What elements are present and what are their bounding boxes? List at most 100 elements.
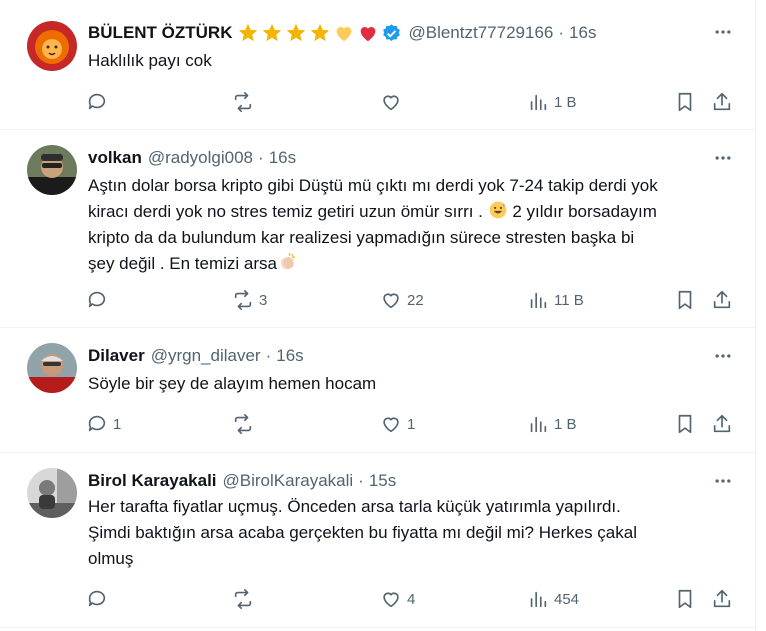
tweet-time[interactable]: 16s — [569, 23, 596, 43]
reply-button[interactable] — [86, 90, 113, 114]
like-button[interactable] — [380, 90, 407, 114]
like-button[interactable]: 22 — [380, 288, 424, 312]
bookmark-button[interactable] — [674, 587, 696, 611]
tweet-header: Dilaver @yrgn_dilaver · 16s — [88, 346, 304, 366]
like-button[interactable]: 1 — [380, 412, 415, 436]
more-options-button[interactable] — [711, 469, 735, 493]
star-emoji — [311, 23, 330, 42]
author-name[interactable]: Dilaver — [88, 346, 145, 366]
share-icon — [713, 92, 731, 111]
reply-feed: BÜLENT ÖZTÜRK @Blentzt77729166 · 16s Hak… — [0, 0, 756, 631]
bookmark-button[interactable] — [674, 90, 696, 114]
tweet-actions: 4 454 — [86, 587, 736, 611]
separator-dot: · — [358, 471, 364, 490]
retweet-button[interactable]: 3 — [232, 288, 267, 312]
reply-icon — [88, 590, 106, 607]
like-count: 22 — [407, 291, 424, 309]
avatar[interactable] — [27, 468, 77, 518]
reply-button[interactable] — [86, 288, 113, 312]
tweet-volkan[interactable]: volkan @radyolgi008 · 16s Aştın dolar bo… — [0, 130, 755, 328]
views-chart-icon — [530, 416, 547, 433]
tweet-birol[interactable]: Birol Karayakali @BirolKarayakali · 15s … — [0, 453, 755, 628]
author-handle[interactable]: @radyolgi008 — [148, 148, 253, 168]
like-count: 1 — [407, 415, 416, 433]
more-dots-icon — [715, 354, 731, 358]
yellow-heart-emoji — [337, 27, 352, 42]
avatar[interactable] — [27, 343, 77, 393]
views-button[interactable]: 1 B — [527, 90, 577, 114]
author-handle[interactable]: @Blentzt77729166 — [408, 23, 553, 43]
author-handle[interactable]: @BirolKarayakali — [223, 471, 354, 491]
author-handle[interactable]: @yrgn_dilaver — [151, 346, 261, 366]
share-icon — [713, 414, 731, 433]
like-button[interactable]: 4 — [380, 587, 415, 611]
reply-icon — [88, 291, 106, 308]
view-count: 11 B — [554, 291, 584, 309]
reply-icon — [88, 415, 106, 432]
user-photo-avatar — [27, 145, 77, 195]
more-options-button[interactable] — [711, 344, 735, 368]
bookmark-icon — [678, 589, 692, 609]
retweet-button[interactable] — [232, 412, 259, 436]
author-name[interactable]: volkan — [88, 148, 142, 168]
share-button[interactable] — [711, 587, 733, 611]
retweet-button[interactable] — [232, 90, 259, 114]
share-button[interactable] — [711, 412, 733, 436]
tweet-dilaver[interactable]: Dilaver @yrgn_dilaver · 16s Söyle bir şe… — [0, 328, 755, 453]
tweet-text: Söyle bir şey de alayım hemen hocam — [88, 374, 377, 393]
reply-button[interactable]: 1 — [86, 412, 121, 436]
tweet-actions: 3 22 11 B — [86, 288, 736, 312]
view-count: 1 B — [554, 93, 577, 111]
views-button[interactable]: 1 B — [527, 412, 577, 436]
text-line: olmuş — [88, 549, 134, 568]
share-button[interactable] — [711, 90, 733, 114]
like-count: 4 — [407, 590, 416, 608]
heart-outline-icon — [383, 293, 399, 309]
tweet-text: Aştın dolar borsa kripto gibi Düştü mü ç… — [88, 173, 738, 277]
bookmark-icon — [678, 92, 692, 112]
more-dots-icon — [715, 156, 731, 160]
reply-count: 1 — [113, 415, 122, 433]
more-dots-icon — [715, 30, 731, 34]
more-options-button[interactable] — [711, 20, 735, 44]
reply-button[interactable] — [86, 587, 113, 611]
bookmark-button[interactable] — [674, 412, 696, 436]
tweet-text: Her tarafta fiyatlar uçmuş. Önceden arsa… — [88, 494, 738, 572]
bookmark-icon — [678, 414, 692, 434]
tweet-time[interactable]: 15s — [369, 471, 396, 491]
star-emoji — [263, 23, 282, 42]
heart-outline-icon — [383, 592, 399, 608]
retweet-icon — [234, 414, 252, 434]
retweet-count: 3 — [259, 291, 268, 309]
avatar[interactable] — [27, 145, 77, 195]
views-chart-icon — [530, 94, 547, 111]
text-line: kiracı derdi yok no stres temiz getiri u… — [88, 202, 488, 221]
tweet-time[interactable]: 16s — [276, 346, 303, 366]
text-line: Her tarafta fiyatlar uçmuş. Önceden arsa… — [88, 497, 621, 516]
share-button[interactable] — [711, 288, 733, 312]
views-button[interactable]: 454 — [527, 587, 579, 611]
more-options-button[interactable] — [711, 146, 735, 170]
share-icon — [713, 589, 731, 608]
tweet-text: Haklılık payı cok — [88, 51, 212, 70]
author-name[interactable]: BÜLENT ÖZTÜRK — [88, 23, 232, 43]
author-name[interactable]: Birol Karayakali — [88, 471, 217, 491]
user-photo-avatar — [27, 468, 77, 518]
text-line: Şimdi baktığın arsa acaba gerçekten bu f… — [88, 523, 637, 542]
bookmark-button[interactable] — [674, 288, 696, 312]
more-dots-icon — [715, 479, 731, 483]
heart-outline-icon — [383, 95, 399, 111]
avatar[interactable] — [27, 21, 77, 71]
grinning-sweat-emoji — [489, 201, 506, 219]
separator-dot: · — [265, 346, 272, 365]
retweet-button[interactable] — [232, 587, 259, 611]
tweet-bulent[interactable]: BÜLENT ÖZTÜRK @Blentzt77729166 · 16s Hak… — [0, 0, 755, 130]
tweet-time[interactable]: 16s — [269, 148, 296, 168]
retweet-icon — [234, 589, 252, 609]
views-button[interactable]: 11 B — [527, 288, 584, 312]
star-emoji — [239, 23, 258, 42]
view-count: 1 B — [554, 415, 577, 433]
verified-badge-icon — [383, 23, 401, 41]
red-heart-emoji — [361, 27, 376, 42]
name-badges — [237, 22, 402, 44]
